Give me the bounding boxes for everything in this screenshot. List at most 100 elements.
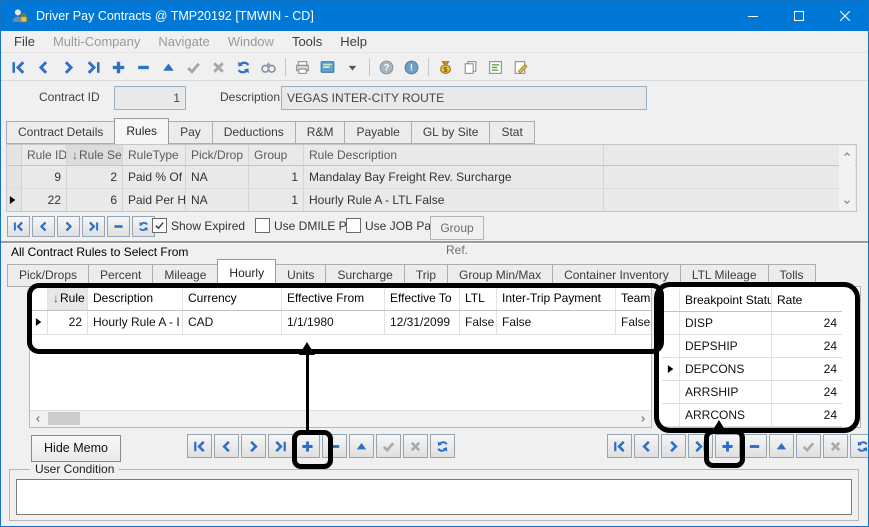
toolbar-prev-button[interactable]	[31, 56, 56, 79]
table-row[interactable]: ARRSHIP 24	[662, 381, 842, 404]
column-header-sorted[interactable]: ↓Rule ID	[48, 287, 88, 310]
cancel-record-button[interactable]	[823, 434, 848, 458]
table-row[interactable]: DISP 24	[662, 312, 842, 335]
next-record-button[interactable]	[241, 434, 266, 458]
tab-ltl-mileage[interactable]: LTL Mileage	[681, 264, 769, 287]
up-record-button[interactable]	[349, 434, 374, 458]
column-header[interactable]: Rule ID	[22, 145, 67, 165]
table-row-selected[interactable]: DEPCONS 24	[662, 358, 842, 381]
last-record-button[interactable]	[82, 216, 105, 237]
toolbar-printer-button[interactable]	[290, 56, 315, 79]
column-header-sorted[interactable]: ↓Rule Seq	[67, 145, 123, 165]
toolbar-info-coin-button[interactable]: !	[399, 56, 424, 79]
column-header[interactable]: Effective To	[385, 287, 460, 310]
column-header[interactable]: Description	[88, 287, 183, 310]
toolbar-edit-note-button[interactable]	[508, 56, 533, 79]
table-row[interactable]: DEPSHIP 24	[662, 335, 842, 358]
column-header[interactable]: Effective From	[282, 287, 385, 310]
toolbar-help-coin-button[interactable]: ?	[374, 56, 399, 79]
column-header[interactable]: Rate	[772, 289, 842, 311]
tab-container-inventory[interactable]: Container Inventory	[553, 264, 681, 287]
toolbar-last-button[interactable]	[81, 56, 106, 79]
next-record-button[interactable]	[57, 216, 80, 237]
scroll-down-icon[interactable]	[839, 194, 855, 210]
toolbar-refresh-button[interactable]	[231, 56, 256, 79]
first-record-button[interactable]	[187, 434, 212, 458]
toolbar-form-list-button[interactable]	[483, 56, 508, 79]
check-record-button[interactable]	[376, 434, 401, 458]
cancel-record-button[interactable]	[403, 434, 428, 458]
column-header[interactable]: Rule Description	[304, 145, 604, 165]
menu-multi-company[interactable]: Multi-Company	[44, 31, 149, 52]
vertical-scrollbar[interactable]	[839, 146, 855, 210]
first-record-button[interactable]	[7, 216, 30, 237]
last-record-button[interactable]	[268, 434, 293, 458]
column-header[interactable]: LTL	[460, 287, 497, 310]
tab-contract-details[interactable]: Contract Details	[6, 121, 115, 144]
scroll-right-icon[interactable]	[635, 411, 651, 426]
tab-gl-by-site[interactable]: GL by Site	[412, 121, 491, 144]
tab-deductions[interactable]: Deductions	[213, 121, 296, 144]
toolbar-up-button[interactable]	[156, 56, 181, 79]
scroll-left-icon[interactable]	[30, 411, 46, 426]
menu-tools[interactable]: Tools	[283, 31, 331, 52]
tab-trip[interactable]: Trip	[405, 264, 448, 287]
table-row[interactable]: ARRCONS 24	[662, 404, 842, 427]
toolbar-caret-down-button[interactable]	[340, 56, 365, 79]
contract-id-input[interactable]	[114, 86, 186, 110]
toolbar-monitor-button[interactable]	[315, 56, 340, 79]
last-record-button[interactable]	[688, 434, 713, 458]
refresh-record-button[interactable]	[430, 434, 455, 458]
tab-r-m[interactable]: R&M	[296, 121, 346, 144]
tab-group-min-max[interactable]: Group Min/Max	[448, 264, 553, 287]
table-row-selected[interactable]: 22 6 Paid Per Hou NA 1 Hourly Rule A - L…	[7, 189, 856, 212]
first-record-button[interactable]	[607, 434, 632, 458]
close-button[interactable]	[822, 1, 868, 31]
breakpoint-grid[interactable]: Breakpoint Status Rate DISP 24 DEPSHIP 2…	[662, 289, 842, 427]
description-input[interactable]	[281, 86, 647, 110]
add-record-button[interactable]	[715, 434, 740, 458]
tab-tolls[interactable]: Tolls	[769, 264, 816, 287]
column-header[interactable]: Group	[249, 145, 304, 165]
scroll-up-icon[interactable]	[839, 146, 855, 162]
column-header[interactable]: Breakpoint Status	[680, 289, 772, 311]
prev-record-button[interactable]	[634, 434, 659, 458]
scrollbar-thumb[interactable]	[48, 412, 80, 425]
menu-help[interactable]: Help	[331, 31, 376, 52]
tab-surcharge[interactable]: Surcharge	[326, 264, 404, 287]
add-record-button[interactable]	[295, 434, 320, 458]
toolbar-money-bag-button[interactable]: $	[433, 56, 458, 79]
refresh-record-button[interactable]	[850, 434, 869, 458]
tab-percent[interactable]: Percent	[89, 264, 153, 287]
table-row[interactable]: 9 2 Paid % Of Re NA 1 Mandalay Bay Freig…	[7, 166, 856, 189]
menu-file[interactable]: File	[5, 31, 44, 52]
tab-hourly[interactable]: Hourly	[217, 259, 276, 287]
delete-record-button[interactable]	[107, 216, 130, 237]
tab-stat[interactable]: Stat	[490, 121, 534, 144]
delete-record-button[interactable]	[322, 434, 347, 458]
tab-mileage[interactable]: Mileage	[153, 264, 218, 287]
column-header[interactable]: Team Dr	[616, 287, 651, 310]
tab-pay[interactable]: Pay	[169, 121, 213, 144]
prev-record-button[interactable]	[214, 434, 239, 458]
column-header[interactable]: RuleType	[123, 145, 186, 165]
user-condition-input[interactable]	[16, 479, 852, 515]
menu-window[interactable]: Window	[219, 31, 283, 52]
tab-rules[interactable]: Rules	[114, 118, 169, 144]
next-record-button[interactable]	[661, 434, 686, 458]
use-job-pay-checkbox[interactable]: Use JOB Pay	[346, 218, 437, 233]
show-expired-checkbox[interactable]: Show Expired	[152, 218, 245, 233]
maximize-button[interactable]	[776, 1, 822, 31]
group-ref-button[interactable]: Group Ref.	[430, 216, 484, 240]
minimize-button[interactable]	[730, 1, 776, 31]
table-row-selected[interactable]: 22 Hourly Rule A - I CAD 1/1/1980 12/31/…	[30, 311, 651, 335]
toolbar-add-button[interactable]	[106, 56, 131, 79]
toolbar-cancel-button[interactable]	[206, 56, 231, 79]
toolbar-next-button[interactable]	[56, 56, 81, 79]
hide-memo-button[interactable]: Hide Memo	[31, 435, 121, 462]
horizontal-scrollbar[interactable]	[30, 410, 651, 427]
toolbar-binoculars-button[interactable]	[256, 56, 281, 79]
column-header[interactable]: Inter-Trip Payment	[497, 287, 616, 310]
toolbar-copy-button[interactable]	[458, 56, 483, 79]
column-header[interactable]: Pick/Drop	[186, 145, 249, 165]
